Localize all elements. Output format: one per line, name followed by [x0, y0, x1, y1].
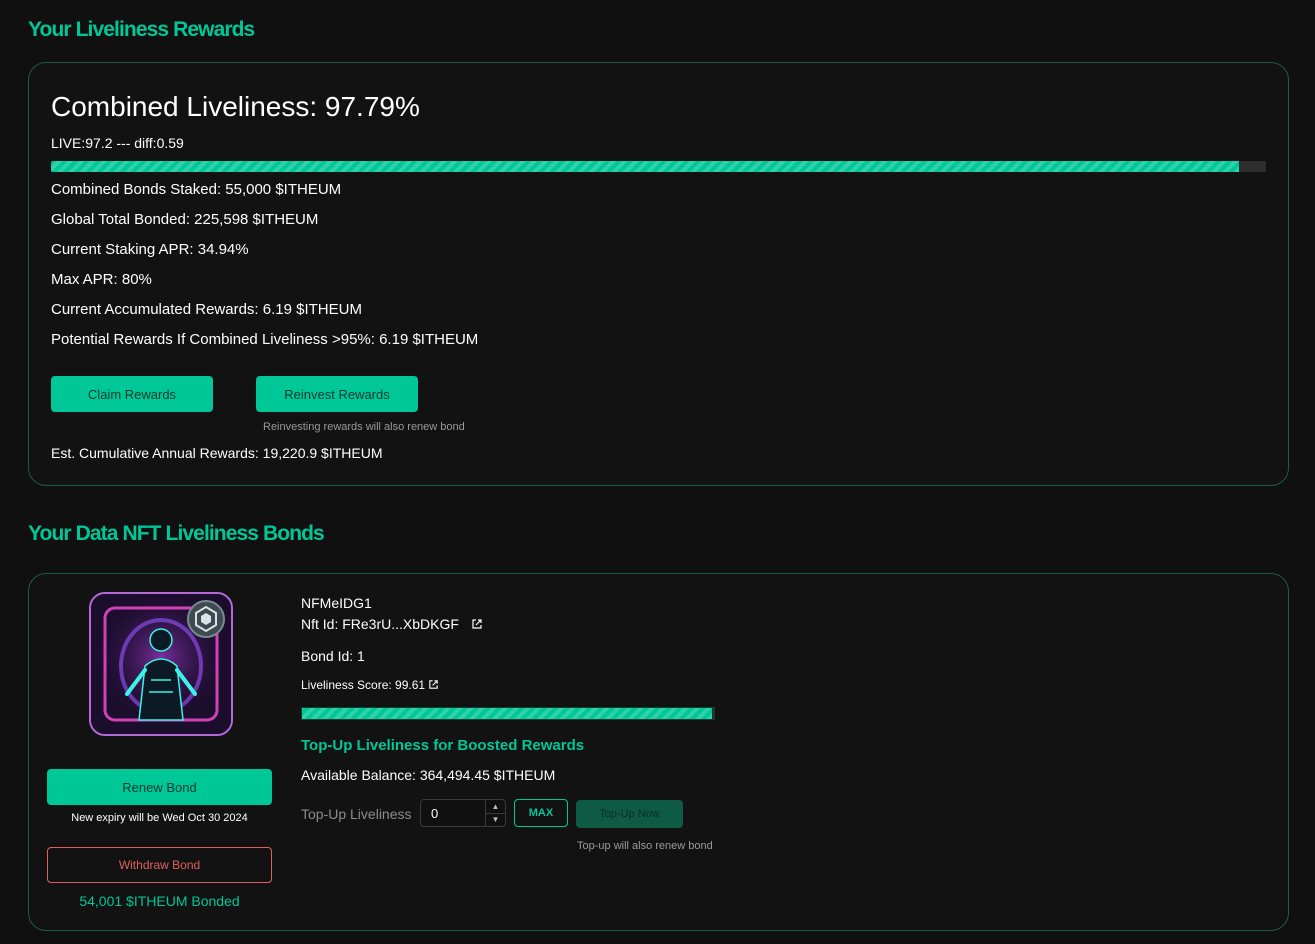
- topup-note: Top-up will also renew bond: [577, 840, 713, 852]
- stat-max-apr: Max APR: 80%: [51, 271, 152, 288]
- spinner-down-icon[interactable]: ▼: [486, 814, 505, 827]
- liveliness-score-progress: [301, 707, 715, 720]
- topup-stepper[interactable]: ▲ ▼: [485, 800, 505, 826]
- bonds-section-title: Your Data NFT Liveliness Bonds: [28, 522, 325, 545]
- claim-rewards-button[interactable]: Claim Rewards: [51, 376, 213, 412]
- est-annual-rewards: Est. Cumulative Annual Rewards: 19,220.9…: [51, 445, 383, 461]
- available-balance: Available Balance: 364,494.45 $ITHEUM: [301, 767, 556, 783]
- nft-image: [89, 592, 233, 736]
- combined-liveliness-progress-fill: [51, 161, 1240, 172]
- combined-liveliness-progress: [51, 161, 1266, 172]
- bond-id: Bond Id: 1: [301, 648, 365, 664]
- bond-card: Renew Bond New expiry will be Wed Oct 30…: [28, 573, 1289, 931]
- renew-expiry-note: New expiry will be Wed Oct 30 2024: [71, 812, 248, 824]
- topup-amount-value: 0: [431, 805, 439, 821]
- topup-now-button[interactable]: Top-Up Now: [576, 800, 683, 828]
- combined-liveliness-title: Combined Liveliness: 97.79%: [51, 91, 420, 122]
- spinner-up-icon[interactable]: ▲: [486, 800, 505, 814]
- topup-label: Top-Up Liveliness: [301, 806, 412, 822]
- liveliness-score-progress-fill: [302, 708, 713, 719]
- external-link-icon[interactable]: [471, 617, 483, 633]
- external-link-icon[interactable]: [428, 679, 439, 693]
- rewards-card: Combined Liveliness: 97.79% LIVE:97.2 --…: [28, 62, 1289, 486]
- rewards-section-title: Your Liveliness Rewards: [28, 18, 255, 41]
- liveliness-score: Liveliness Score: 99.61: [301, 678, 426, 692]
- liveliness-score-row: Liveliness Score: 99.61: [301, 678, 439, 693]
- nft-id-row: Nft Id: FRe3rU...XbDKGF: [301, 616, 483, 633]
- stat-current-apr: Current Staking APR: 34.94%: [51, 241, 249, 258]
- nft-badge-icon: [187, 600, 225, 638]
- reinvest-note: Reinvesting rewards will also renew bond: [263, 421, 465, 433]
- live-diff-text: LIVE:97.2 --- diff:0.59: [51, 135, 184, 151]
- nft-name: NFMeIDG1: [301, 595, 372, 611]
- topup-title: Top-Up Liveliness for Boosted Rewards: [301, 737, 585, 754]
- nft-id: Nft Id: FRe3rU...XbDKGF: [301, 616, 459, 632]
- reinvest-rewards-button[interactable]: Reinvest Rewards: [256, 376, 418, 412]
- stat-combined-bonds: Combined Bonds Staked: 55,000 $ITHEUM: [51, 181, 342, 198]
- max-button[interactable]: MAX: [514, 799, 568, 827]
- stat-accumulated-rewards: Current Accumulated Rewards: 6.19 $ITHEU…: [51, 301, 362, 318]
- renew-bond-button[interactable]: Renew Bond: [47, 769, 272, 805]
- withdraw-bond-button[interactable]: Withdraw Bond: [47, 847, 272, 883]
- bonded-amount: 54,001 $ITHEUM Bonded: [79, 893, 240, 909]
- stat-potential-rewards: Potential Rewards If Combined Liveliness…: [51, 331, 479, 348]
- topup-amount-input[interactable]: 0 ▲ ▼: [420, 799, 506, 827]
- stat-global-total-bonded: Global Total Bonded: 225,598 $ITHEUM: [51, 211, 319, 228]
